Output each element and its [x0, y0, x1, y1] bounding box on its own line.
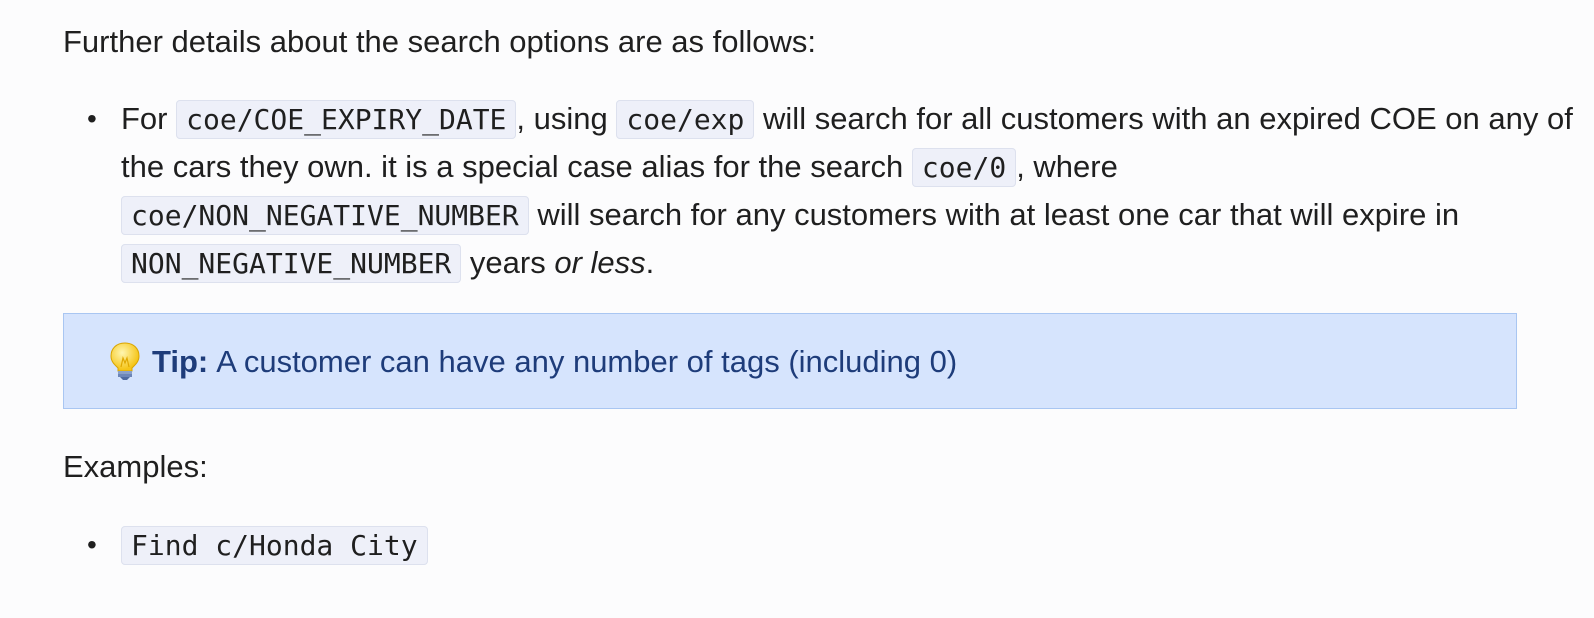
examples-heading: Examples: [63, 449, 208, 484]
document-body: Further details about the search options… [0, 0, 1594, 618]
code-example: Find c/Honda City [121, 526, 428, 565]
text-will-search-any: will search for any customers with at le… [537, 197, 1460, 232]
code-coe-non-negative-number: coe/NON_NEGATIVE_NUMBER [121, 196, 529, 235]
code-coe-expiry-date: coe/COE_EXPIRY_DATE [176, 100, 517, 139]
examples-list: • Find c/Honda City [63, 521, 428, 569]
lightbulb-icon [110, 342, 140, 380]
text-where: , where [1016, 149, 1118, 184]
bullet-icon: • [87, 103, 97, 134]
text-using: , using [516, 101, 608, 136]
text-for: For [121, 101, 168, 136]
intro-paragraph: Further details about the search options… [63, 24, 817, 59]
code-coe-zero: coe/0 [911, 148, 1017, 187]
text-years: years [469, 245, 546, 280]
list-item: • Find c/Honda City [87, 521, 428, 569]
bullet-icon: • [87, 529, 97, 560]
text-period: . [645, 245, 655, 280]
tip-box: Tip: A customer can have any number of t… [63, 313, 1517, 409]
list-item: • For coe/COE_EXPIRY_DATE, using coe/exp … [87, 95, 1591, 287]
code-coe-exp: coe/exp [616, 100, 755, 139]
search-options-list: • For coe/COE_EXPIRY_DATE, using coe/exp … [63, 95, 1591, 287]
tip-label: Tip: [152, 343, 209, 379]
code-non-negative-number: NON_NEGATIVE_NUMBER [121, 244, 462, 283]
text-or-less: or less [554, 245, 646, 280]
tip-text: A customer can have any number of tags (… [216, 343, 958, 379]
